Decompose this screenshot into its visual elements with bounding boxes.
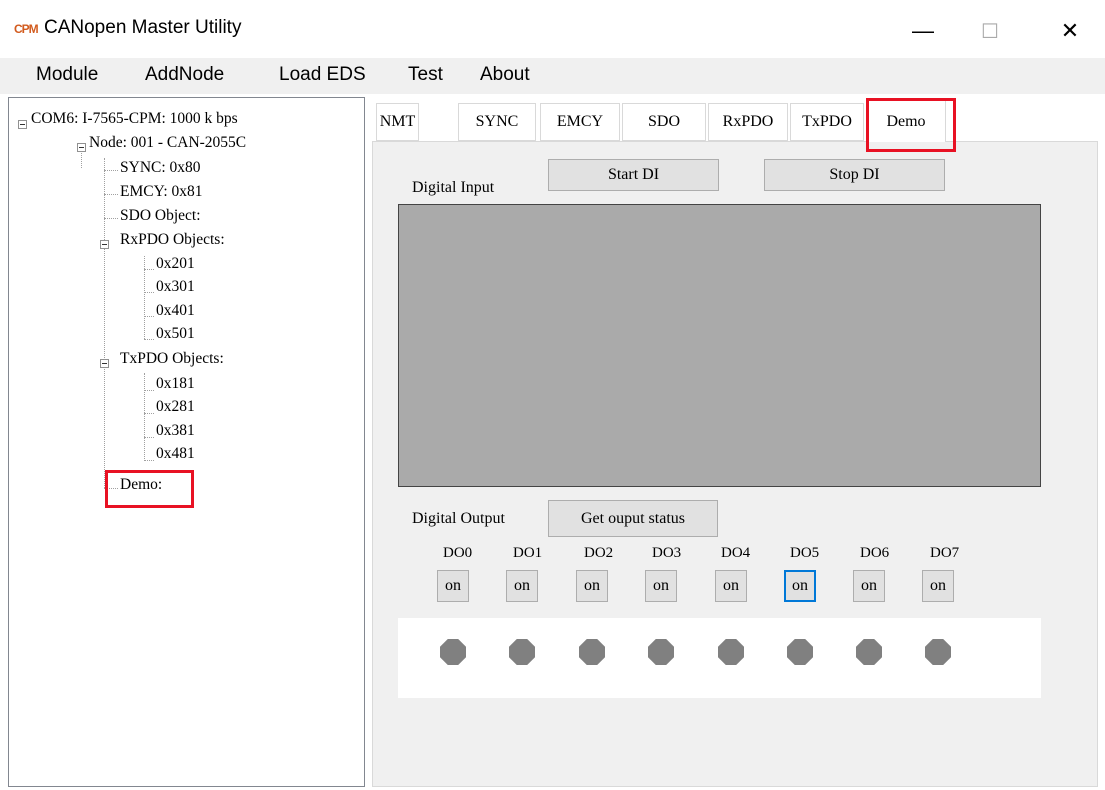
do1-on-button[interactable]: on [506,570,538,602]
do1-label: DO1 [513,545,543,561]
do7-led-icon [925,639,951,665]
maximize-button[interactable]: ☐ [960,14,1020,48]
collapse-toggle-icon[interactable] [77,143,86,152]
tree-item-txpdo-0x481[interactable]: 0x481 [156,445,195,463]
tree-item-emcy[interactable]: EMCY: 0x81 [120,183,203,201]
menu-load-eds[interactable]: Load EDS [279,64,366,86]
minimize-button[interactable]: — [893,14,953,48]
do4-label: DO4 [721,545,751,561]
do0-led-icon [440,639,466,665]
do4-on-button[interactable]: on [715,570,747,602]
tree-item-sync[interactable]: SYNC: 0x80 [120,159,201,177]
tab-sdo[interactable]: SDO [622,103,706,141]
do6-label: DO6 [860,545,890,561]
tree-line [104,218,118,219]
tree-line [104,158,105,488]
menu-about[interactable]: About [480,64,530,86]
do5-on-button[interactable]: on [784,570,816,602]
digital-output-label: Digital Output [412,510,505,527]
tree-line [144,437,154,438]
do3-led-icon [648,639,674,665]
tab-txpdo[interactable]: TxPDO [790,103,864,141]
tab-nmt[interactable]: NMT [376,103,419,141]
do6-on-button[interactable]: on [853,570,885,602]
tree-line [144,316,154,317]
highlight-box-demo-item [105,470,194,508]
do0-on-button[interactable]: on [437,570,469,602]
tree-item-txpdo-0x381[interactable]: 0x381 [156,422,195,440]
tab-sync[interactable]: SYNC [458,103,536,141]
do5-label: DO5 [790,545,820,561]
do6-led-icon [856,639,882,665]
tree-item-rxpdo[interactable]: RxPDO Objects: [120,231,225,249]
output-led-panel [398,618,1041,698]
device-tree[interactable]: COM6: I-7565-CPM: 1000 k bps Node: 001 -… [8,97,365,787]
app-logo-icon: CPM [14,22,39,36]
do4-led-icon [718,639,744,665]
collapse-toggle-icon[interactable] [100,240,109,249]
tree-item-txpdo-0x181[interactable]: 0x181 [156,375,195,393]
do3-label: DO3 [652,545,682,561]
do3-on-button[interactable]: on [645,570,677,602]
tree-line [144,413,154,414]
do1-led-icon [509,639,535,665]
do2-on-button[interactable]: on [576,570,608,602]
tree-line [144,292,154,293]
title-bar: CPM CANopen Master Utility — ☐ ✕ [0,0,1105,58]
tree-item-txpdo-0x281[interactable]: 0x281 [156,398,195,416]
tree-item-com-port[interactable]: COM6: I-7565-CPM: 1000 k bps [31,110,238,128]
do2-label: DO2 [584,545,614,561]
start-di-button[interactable]: Start DI [548,159,719,191]
menu-test[interactable]: Test [408,64,443,86]
tab-emcy[interactable]: EMCY [540,103,620,141]
do7-label: DO7 [930,545,960,561]
tab-rxpdo[interactable]: RxPDO [708,103,788,141]
do5-led-icon [787,639,813,665]
get-output-status-button[interactable]: Get ouput status [548,500,718,537]
tree-line [104,170,118,171]
tree-item-rxpdo-0x501[interactable]: 0x501 [156,325,195,343]
menu-bar: Module AddNode Load EDS Test About [0,58,1105,94]
tree-line [144,373,145,461]
tree-line [144,269,154,270]
window-title: CANopen Master Utility [44,17,242,38]
tree-line [104,194,118,195]
stop-di-button[interactable]: Stop DI [764,159,945,191]
tree-item-rxpdo-0x301[interactable]: 0x301 [156,278,195,296]
collapse-toggle-icon[interactable] [100,359,109,368]
tree-item-sdo[interactable]: SDO Object: [120,207,201,225]
menu-module[interactable]: Module [36,64,98,86]
menu-addnode[interactable]: AddNode [145,64,224,86]
digital-input-display [398,204,1041,487]
do0-label: DO0 [443,545,473,561]
tree-line [144,339,154,340]
tree-item-node[interactable]: Node: 001 - CAN-2055C [89,134,246,152]
tree-item-rxpdo-0x401[interactable]: 0x401 [156,302,195,320]
tree-item-rxpdo-0x201[interactable]: 0x201 [156,255,195,273]
tree-line [144,460,154,461]
tree-item-txpdo[interactable]: TxPDO Objects: [120,350,224,368]
tree-line [144,390,154,391]
highlight-box-demo-tab [866,98,956,152]
close-button[interactable]: ✕ [1040,14,1100,48]
do2-led-icon [579,639,605,665]
do7-on-button[interactable]: on [922,570,954,602]
collapse-toggle-icon[interactable] [18,120,27,129]
digital-input-label: Digital Input [412,179,495,196]
